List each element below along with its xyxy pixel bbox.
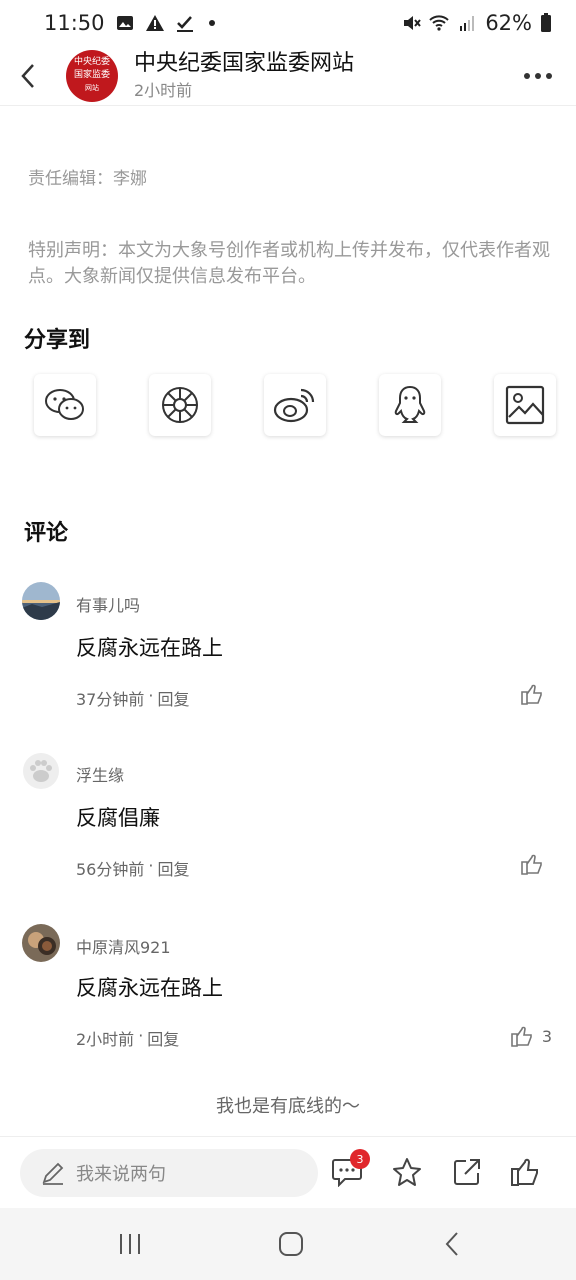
back-button[interactable] <box>0 46 56 106</box>
comments-section-title: 评论 <box>24 521 69 546</box>
weibo-icon <box>273 388 315 423</box>
status-time: 11:50 <box>44 11 105 35</box>
comment-time: 56分钟前 <box>76 860 145 879</box>
thumbs-up-icon <box>511 1026 532 1047</box>
header: 中央纪委 国家监委 网站 中央纪委国家监委网站 2小时前 <box>0 46 576 106</box>
share-moments-button[interactable] <box>149 374 211 436</box>
reply-link[interactable]: 回复 <box>157 856 189 880</box>
separator-dot: · <box>138 1026 144 1045</box>
separator-dot: · <box>148 856 154 875</box>
reply-link[interactable]: 回复 <box>157 686 189 710</box>
battery-icon <box>541 13 551 32</box>
like-button[interactable] <box>520 852 552 876</box>
share-qq-button[interactable] <box>379 374 441 436</box>
status-bar: 11:50 62% <box>0 0 576 46</box>
share-out-icon <box>454 1159 480 1185</box>
comment-text: 反腐永远在路上 <box>76 976 223 1000</box>
comment-input[interactable]: 我来说两句 <box>20 1149 318 1197</box>
system-navigation-bar <box>0 1208 576 1280</box>
logo-text-line-2: 国家监委 <box>73 70 110 80</box>
logo-text-line-3: 网站 <box>85 84 99 92</box>
battery-percent: 62% <box>485 11 532 35</box>
like-count: 3 <box>541 1026 552 1046</box>
share-image-button[interactable] <box>494 374 556 436</box>
notification-dot-icon <box>208 20 215 26</box>
comments-button[interactable]: 3 <box>330 1149 370 1189</box>
qq-icon <box>394 385 426 423</box>
comment-time: 37分钟前 <box>76 690 145 709</box>
like-article-button[interactable] <box>508 1155 542 1189</box>
warning-icon <box>145 15 164 31</box>
comment-time: 2小时前 <box>76 1030 135 1049</box>
dot-icon <box>546 72 552 79</box>
comment-username[interactable]: 浮生缘 <box>76 762 124 786</box>
separator-dot: · <box>148 686 154 705</box>
dot-icon <box>535 72 541 79</box>
comment-username[interactable]: 有事儿吗 <box>76 592 140 616</box>
signal-icon <box>460 16 475 31</box>
recent-apps-icon <box>120 1234 140 1254</box>
thumbs-up-icon <box>521 854 542 875</box>
image-icon <box>505 385 545 425</box>
bottom-action-bar: 我来说两句 3 <box>0 1136 576 1208</box>
favorite-button[interactable] <box>390 1155 424 1189</box>
avatar[interactable] <box>22 924 60 962</box>
comment-text: 反腐永远在路上 <box>76 636 223 660</box>
end-of-comments-note: 我也是有底线的～ <box>216 1096 360 1117</box>
home-button[interactable] <box>271 1228 311 1260</box>
logo-text-line-1: 中央纪委 <box>73 57 110 67</box>
wechat-icon <box>45 389 84 420</box>
share-button[interactable] <box>450 1155 484 1189</box>
recent-apps-button[interactable] <box>110 1228 150 1260</box>
disclaimer-text: 特别声明：本文为大象号创作者或机构上传并发布，仅代表作者观点。大象新闻仅提供信息… <box>28 240 550 287</box>
paw-avatar-icon <box>23 753 59 789</box>
mute-icon <box>404 16 422 30</box>
reply-link[interactable]: 回复 <box>147 1026 179 1050</box>
check-icon <box>176 16 193 32</box>
source-avatar[interactable]: 中央纪委 国家监委 网站 <box>66 49 118 102</box>
source-name[interactable]: 中央纪委国家监委网站 <box>134 50 354 78</box>
share-weibo-button[interactable] <box>264 374 326 436</box>
publish-time: 2小时前 <box>134 80 193 100</box>
chevron-left-icon <box>21 63 34 88</box>
comment-username[interactable]: 中原清风921 <box>76 934 171 958</box>
chevron-left-icon <box>445 1232 458 1256</box>
avatar[interactable] <box>22 752 60 790</box>
share-row <box>34 374 576 436</box>
moments-icon <box>162 387 198 423</box>
dot-icon <box>524 72 530 79</box>
home-icon <box>279 1232 303 1256</box>
share-wechat-button[interactable] <box>34 374 96 436</box>
thumbs-up-icon <box>511 1158 538 1186</box>
thumbs-up-icon <box>521 684 542 705</box>
comment-input-placeholder: 我来说两句 <box>76 1164 166 1185</box>
comment-text: 反腐倡廉 <box>76 806 160 830</box>
food-photo-avatar-image <box>22 924 60 962</box>
avatar[interactable] <box>22 582 60 620</box>
system-back-button[interactable] <box>432 1228 472 1260</box>
editor-credit: 责任编辑：李娜 <box>28 169 147 189</box>
like-button[interactable] <box>520 682 552 706</box>
star-icon <box>393 1158 421 1186</box>
avatar-landscape-image <box>22 582 60 620</box>
gallery-icon <box>116 16 133 30</box>
pencil-icon <box>42 1162 64 1185</box>
share-section-title: 分享到 <box>24 328 91 353</box>
wifi-icon <box>429 15 450 31</box>
comment-count-badge: 3 <box>350 1149 370 1169</box>
like-button[interactable]: 3 <box>510 1024 552 1048</box>
more-options-button[interactable] <box>524 72 552 79</box>
